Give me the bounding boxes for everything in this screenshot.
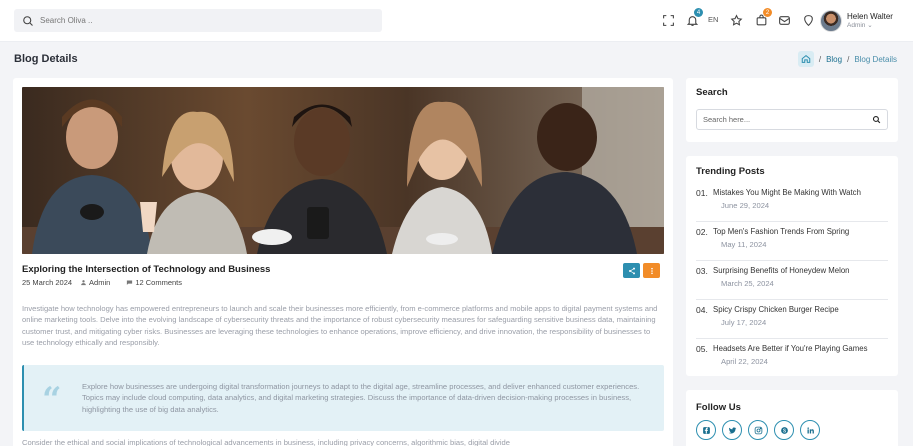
more-vertical-icon xyxy=(650,267,653,274)
post-paragraph: Consider the ethical and social implicat… xyxy=(22,438,510,446)
breadcrumb-home[interactable] xyxy=(797,51,814,67)
twitter-icon xyxy=(728,426,736,434)
fullscreen-button[interactable] xyxy=(661,13,675,27)
breadcrumb-separator: / xyxy=(847,54,850,64)
trending-post-title[interactable]: Top Men's Fashion Trends From Spring xyxy=(713,227,849,236)
page-title: Blog Details xyxy=(14,53,78,65)
trending-item[interactable]: 02. Top Men's Fashion Trends From Spring… xyxy=(696,222,888,261)
trending-post-date: April 22, 2024 xyxy=(721,357,768,366)
star-icon xyxy=(730,13,742,26)
post-date: 25 March 2024 xyxy=(22,278,73,287)
trending-post-date: March 25, 2024 xyxy=(721,279,774,288)
fullscreen-icon xyxy=(662,14,674,26)
facebook-link[interactable] xyxy=(696,420,716,440)
home-icon xyxy=(801,55,811,63)
mail-icon xyxy=(778,15,790,25)
breadcrumb-blog[interactable]: Blog xyxy=(826,55,842,64)
global-search[interactable] xyxy=(14,9,382,32)
trending-post-title[interactable]: Spicy Crispy Chicken Burger Recipe xyxy=(713,305,839,314)
breadcrumb: / Blog / Blog Details xyxy=(797,51,897,67)
cart-badge: 2 xyxy=(763,8,772,17)
breadcrumb-current: Blog Details xyxy=(854,54,897,64)
top-bar: 4 EN 2 Helen Walter Admin ⌄ xyxy=(0,0,913,42)
post-comments[interactable]: 12 Comments xyxy=(126,278,190,287)
trending-post-date: June 29, 2024 xyxy=(721,201,770,210)
quote-icon: “ xyxy=(42,380,62,420)
trending-item[interactable]: 01. Mistakes You Might Be Making With Wa… xyxy=(696,183,888,222)
comment-icon xyxy=(127,280,133,285)
trending-item[interactable]: 03. Surprising Benefits of Honeydew Melo… xyxy=(696,261,888,300)
follow-us-card: Follow Us xyxy=(686,390,898,446)
trending-post-title[interactable]: Surprising Benefits of Honeydew Melon xyxy=(713,266,850,275)
blockquote: “ Explore how businesses are undergoing … xyxy=(22,365,664,431)
quote-text: Explore how businesses are undergoing di… xyxy=(82,382,640,414)
twitter-link[interactable] xyxy=(722,420,742,440)
trending-item[interactable]: 05. Headsets Are Better if You're Playin… xyxy=(696,339,888,378)
shield-icon xyxy=(803,14,813,26)
trending-number: 05. xyxy=(696,344,708,354)
post-author[interactable]: Admin xyxy=(80,278,118,287)
share-button[interactable] xyxy=(623,263,640,278)
follow-title: Follow Us xyxy=(696,402,741,413)
search-icon[interactable] xyxy=(872,115,881,124)
trending-posts-card: Trending Posts 01. Mistakes You Might Be… xyxy=(686,156,898,376)
trending-post-date: May 11, 2024 xyxy=(721,240,767,249)
trending-number: 01. xyxy=(696,188,708,198)
trending-number: 03. xyxy=(696,266,708,276)
skype-link[interactable] xyxy=(774,420,794,440)
post-paragraph: Investigate how technology has empowered… xyxy=(22,304,658,348)
search-icon xyxy=(23,15,33,26)
facebook-icon xyxy=(702,426,710,434)
language-selector[interactable]: EN xyxy=(708,15,718,24)
trending-post-date: July 17, 2024 xyxy=(721,318,767,327)
cart-button[interactable]: 2 xyxy=(754,8,772,27)
favorites-button[interactable] xyxy=(729,13,743,27)
messages-button[interactable] xyxy=(777,13,791,27)
more-options-button[interactable] xyxy=(643,263,660,278)
notifications-badge: 4 xyxy=(694,8,703,17)
chevron-down-icon: ⌄ xyxy=(867,21,873,29)
linkedin-link[interactable] xyxy=(800,420,820,440)
notifications-button[interactable]: 4 xyxy=(685,8,703,27)
user-name: Helen Walter xyxy=(847,11,893,21)
instagram-link[interactable] xyxy=(748,420,768,440)
theme-toggle-button[interactable] xyxy=(801,13,815,27)
skype-icon xyxy=(780,426,788,434)
trending-number: 02. xyxy=(696,227,708,237)
sidebar-search-input[interactable] xyxy=(703,115,872,124)
trending-post-title[interactable]: Headsets Are Better if You're Playing Ga… xyxy=(713,344,867,353)
user-role: Admin ⌄ xyxy=(847,21,873,29)
trending-post-title[interactable]: Mistakes You Might Be Making With Watch xyxy=(713,188,861,197)
trending-number: 04. xyxy=(696,305,708,315)
user-icon xyxy=(81,280,86,286)
post-title: Exploring the Intersection of Technology… xyxy=(22,264,271,275)
post-meta: 25 March 2024 Admin 12 Comments xyxy=(22,278,198,287)
breadcrumb-separator: / xyxy=(818,54,822,64)
blog-post-card: Exploring the Intersection of Technology… xyxy=(13,78,673,446)
user-menu[interactable]: Helen Walter Admin ⌄ xyxy=(820,10,893,32)
sidebar-search-card: Search xyxy=(686,78,898,142)
trending-title: Trending Posts xyxy=(696,166,765,177)
share-icon xyxy=(628,267,635,274)
sidebar-search[interactable] xyxy=(696,109,888,130)
trending-item[interactable]: 04. Spicy Crispy Chicken Burger Recipe J… xyxy=(696,300,888,339)
post-hero-image xyxy=(22,87,664,254)
avatar xyxy=(820,10,842,32)
instagram-icon xyxy=(754,426,762,434)
linkedin-icon xyxy=(806,426,814,433)
sidebar-search-title: Search xyxy=(696,87,728,98)
global-search-input[interactable] xyxy=(40,16,360,25)
